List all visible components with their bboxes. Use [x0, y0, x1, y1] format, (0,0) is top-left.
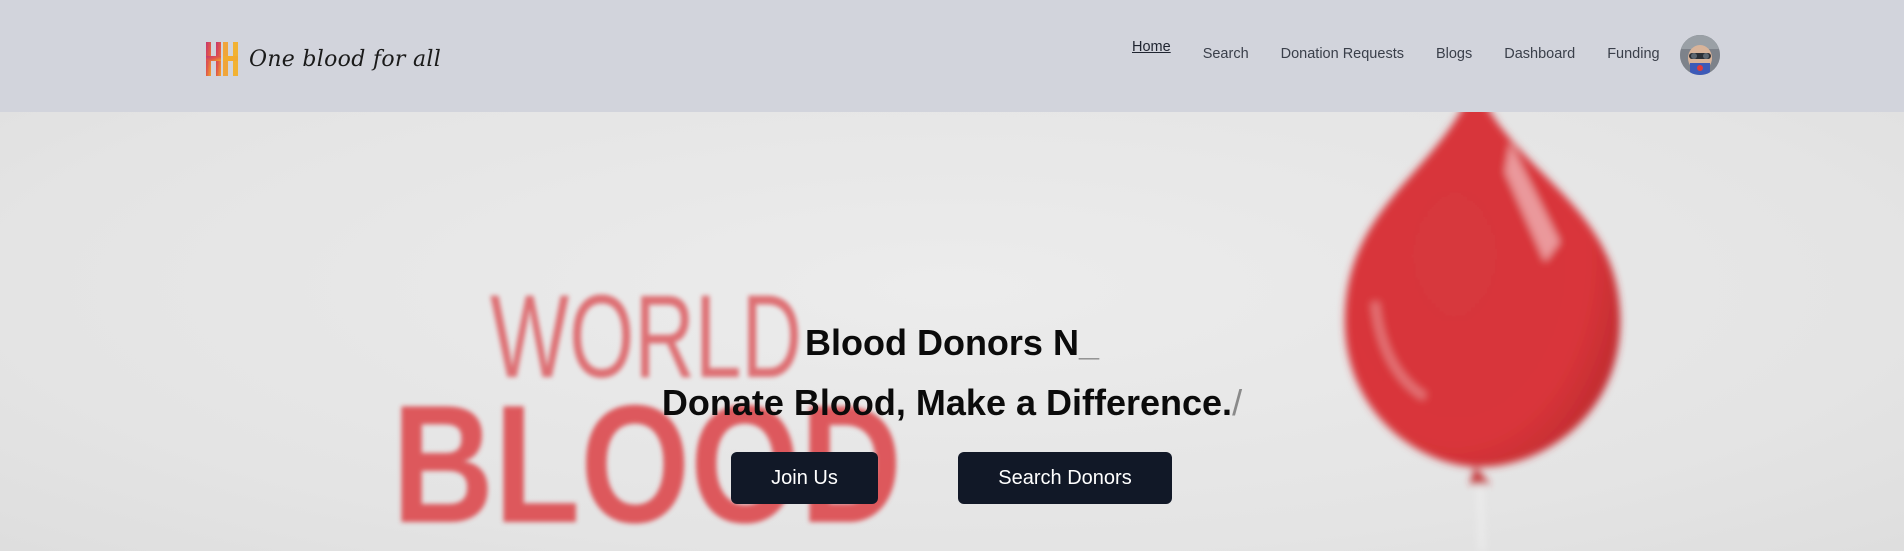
nav-link-blogs[interactable]: Blogs — [1436, 38, 1472, 62]
subtitle-cursor: / — [1232, 382, 1243, 423]
hero-subtitle-text: Donate Blood, Make a Difference. — [661, 382, 1233, 423]
user-avatar-icon — [1680, 35, 1720, 75]
brand-name: One blood for all — [249, 46, 442, 72]
typing-cursor: _ — [1078, 322, 1099, 363]
nav-link-dashboard[interactable]: Dashboard — [1504, 38, 1575, 62]
hero-section: WORLD BLOOD Blood Donors N_ Donate Blood… — [0, 112, 1904, 551]
nav-menu: Home Search Donation Requests Blogs Dash… — [1132, 38, 1660, 68]
user-avatar[interactable] — [1680, 35, 1720, 75]
join-us-button[interactable]: Join Us — [731, 452, 878, 504]
brand-link[interactable]: One blood for all — [206, 42, 441, 76]
nav-link-donation-requests[interactable]: Donation Requests — [1281, 38, 1404, 62]
nav-link-funding[interactable]: Funding — [1607, 38, 1659, 62]
hero-subtitle: Donate Blood, Make a Difference./ — [0, 382, 1904, 424]
navbar: One blood for all Home Search Donation R… — [0, 0, 1904, 112]
hh-logo-icon — [206, 42, 238, 76]
nav-link-search[interactable]: Search — [1203, 38, 1249, 62]
hero-title: Blood Donors N_ — [0, 322, 1904, 364]
hero-title-text: Blood Donors N — [804, 322, 1079, 363]
search-donors-button[interactable]: Search Donors — [958, 452, 1172, 504]
nav-link-home[interactable]: Home — [1132, 39, 1171, 55]
